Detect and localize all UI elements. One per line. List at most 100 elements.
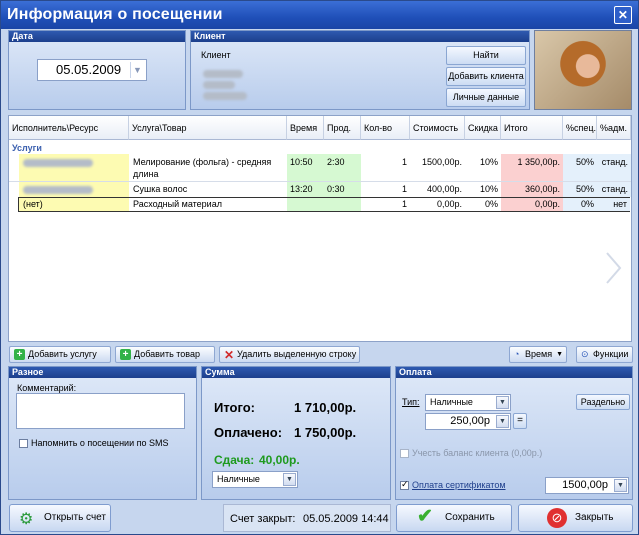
qty-cell: 1 <box>401 199 407 209</box>
delete-icon: ✕ <box>224 348 235 362</box>
equals-button[interactable]: = <box>513 413 527 429</box>
certificate-label[interactable]: Оплата сертификатом <box>412 480 506 490</box>
sum-panel: Сумма Итого: 1 710,00р. Оплачено: 1 750,… <box>201 366 391 500</box>
separately-button[interactable]: Раздельно <box>576 394 630 410</box>
total-cell: 1 350,00р. <box>501 154 563 181</box>
payment-panel: Оплата Тип: Наличные ▼ Раздельно 250,00р ▼… <box>395 366 633 500</box>
gear-icon: ⊙ <box>581 349 589 359</box>
chevron-down-icon: ▼ <box>283 473 296 486</box>
plus-icon: + <box>120 349 131 360</box>
close-icon[interactable]: ✕ <box>614 6 632 24</box>
bill-closed-status: Счет закрыт: 05.05.2009 14:44 <box>223 504 391 532</box>
functions-label: Функции <box>593 349 629 359</box>
bill-closed-time: 05.05.2009 14:44 <box>303 513 389 525</box>
functions-button[interactable]: ⊙ Функции <box>576 346 633 363</box>
comment-textarea[interactable] <box>16 393 185 429</box>
client-panel: Клиент Клиент Найти Добавить клиента Лич… <box>190 30 530 110</box>
discount-cell: 10% <box>479 157 498 167</box>
open-bill-button[interactable]: ⚙ Открыть счет <box>9 504 111 532</box>
duration-cell: 0:30 <box>324 182 361 197</box>
time-cell: 10:50 <box>287 154 324 181</box>
qty-cell: 1 <box>401 157 407 167</box>
save-button[interactable]: ✔ Сохранить <box>396 504 512 532</box>
spec-cell: 0% <box>563 198 597 211</box>
payment-amount-input[interactable]: 250,00р ▼ <box>425 413 511 430</box>
balance-checkbox[interactable] <box>400 449 409 458</box>
sms-checkbox[interactable] <box>19 439 28 448</box>
service-cell: Расходный материал <box>133 199 222 209</box>
close-label: Закрыть <box>575 512 614 523</box>
chevron-down-icon[interactable]: ▼ <box>130 62 144 78</box>
cost-cell: 400,00р. <box>426 184 462 194</box>
add-product-button[interactable]: + Добавить товар <box>115 346 215 363</box>
duration-cell: 2:30 <box>324 154 361 181</box>
date-panel: Дата 05.05.2009 ▼ <box>8 30 186 110</box>
cost-cell: 0,00р. <box>436 199 462 209</box>
service-cell: Мелирование (фольга) - средняя длина <box>133 156 285 180</box>
misc-panel: Разное Комментарий: Напомнить о посещени… <box>8 366 197 500</box>
client-photo <box>534 30 632 110</box>
find-client-button[interactable]: Найти <box>446 46 526 65</box>
time-cell: 13:20 <box>287 182 324 197</box>
checkmark-icon: ✔ <box>417 506 433 527</box>
delete-row-button[interactable]: ✕ Удалить выделенную строку <box>219 346 360 363</box>
payment-panel-header: Оплата <box>396 367 632 378</box>
client-label: Клиент <box>201 50 231 60</box>
qty-cell: 1 <box>401 184 407 194</box>
payment-type-select[interactable]: Наличные ▼ <box>425 394 511 411</box>
col-header-qty[interactable]: Кол-во <box>361 116 410 140</box>
col-header-total[interactable]: Итого <box>501 116 563 140</box>
date-picker[interactable]: 05.05.2009 ▼ <box>37 59 147 81</box>
checkmark-icon: ✓ <box>401 479 409 489</box>
client-firstname-blurred <box>203 81 235 89</box>
performer-blurred <box>23 186 93 194</box>
table-row[interactable] <box>19 154 129 181</box>
col-header-time[interactable]: Время <box>287 116 324 140</box>
visit-info-window: Информация о посещении ✕ Дата 05.05.2009… <box>0 0 639 535</box>
spec-cell: 50% <box>563 154 597 181</box>
col-header-performer[interactable]: Исполнитель\Ресурс <box>9 116 129 140</box>
paid-label: Оплачено: <box>214 425 283 440</box>
delete-row-label: Удалить выделенную строку <box>237 349 357 359</box>
service-name-cont: длина <box>133 169 159 179</box>
cost-cell: 1500,00р. <box>421 157 462 167</box>
add-client-button[interactable]: Добавить клиента <box>446 67 526 86</box>
discount-cell: 0% <box>484 199 498 209</box>
col-header-duration[interactable]: Прод. <box>324 116 361 140</box>
balance-label: Учесть баланс клиента (0,00р.) <box>412 448 543 458</box>
add-service-button[interactable]: + Добавить услугу <box>9 346 111 363</box>
total-value: 1 710,00р. <box>294 400 357 415</box>
payment-amount-value: 250,00р <box>450 415 490 427</box>
date-panel-header: Дата <box>9 31 185 42</box>
chevron-down-icon: ▼ <box>556 351 563 358</box>
time-cell-empty <box>287 198 361 211</box>
payment-method-value: Наличные <box>217 474 260 484</box>
col-header-discount[interactable]: Скидка <box>465 116 501 140</box>
save-label: Сохранить <box>445 512 495 523</box>
chevron-right-icon[interactable] <box>603 250 625 286</box>
type-label: Тип: <box>402 397 420 407</box>
certificate-checkbox[interactable]: ✓ <box>400 479 409 490</box>
certificate-amount-input[interactable]: 1500,00р ▼ <box>545 477 629 494</box>
payment-method-select[interactable]: Наличные ▼ <box>212 471 298 488</box>
adm-cell: станд. <box>597 182 631 197</box>
title-bar: Информация о посещении ✕ <box>1 1 638 29</box>
table-row[interactable] <box>19 182 129 197</box>
col-header-spec[interactable]: %спец. <box>563 116 597 140</box>
section-services: Услуги <box>12 143 42 153</box>
misc-panel-header: Разное <box>9 367 196 378</box>
sum-panel-header: Сумма <box>202 367 390 378</box>
total-cell: 0,00р. <box>501 198 563 211</box>
col-header-service[interactable]: Услуга\Товар <box>129 116 287 140</box>
close-button[interactable]: ⊘ Закрыть <box>518 504 633 532</box>
chevron-down-icon: ▼ <box>496 396 509 409</box>
col-header-adm[interactable]: %адм. <box>597 116 631 140</box>
change-value: 40,00р. <box>259 453 300 467</box>
col-header-cost[interactable]: Стоимость <box>410 116 465 140</box>
personal-data-button[interactable]: Личные данные <box>446 88 526 107</box>
discount-cell: 10% <box>479 184 498 194</box>
total-label: Итого: <box>214 400 255 415</box>
time-dropdown-button[interactable]: ◔ Время ▼ <box>509 346 567 363</box>
performer-cell: (нет) <box>19 198 129 211</box>
date-value: 05.05.2009 <box>56 62 122 77</box>
